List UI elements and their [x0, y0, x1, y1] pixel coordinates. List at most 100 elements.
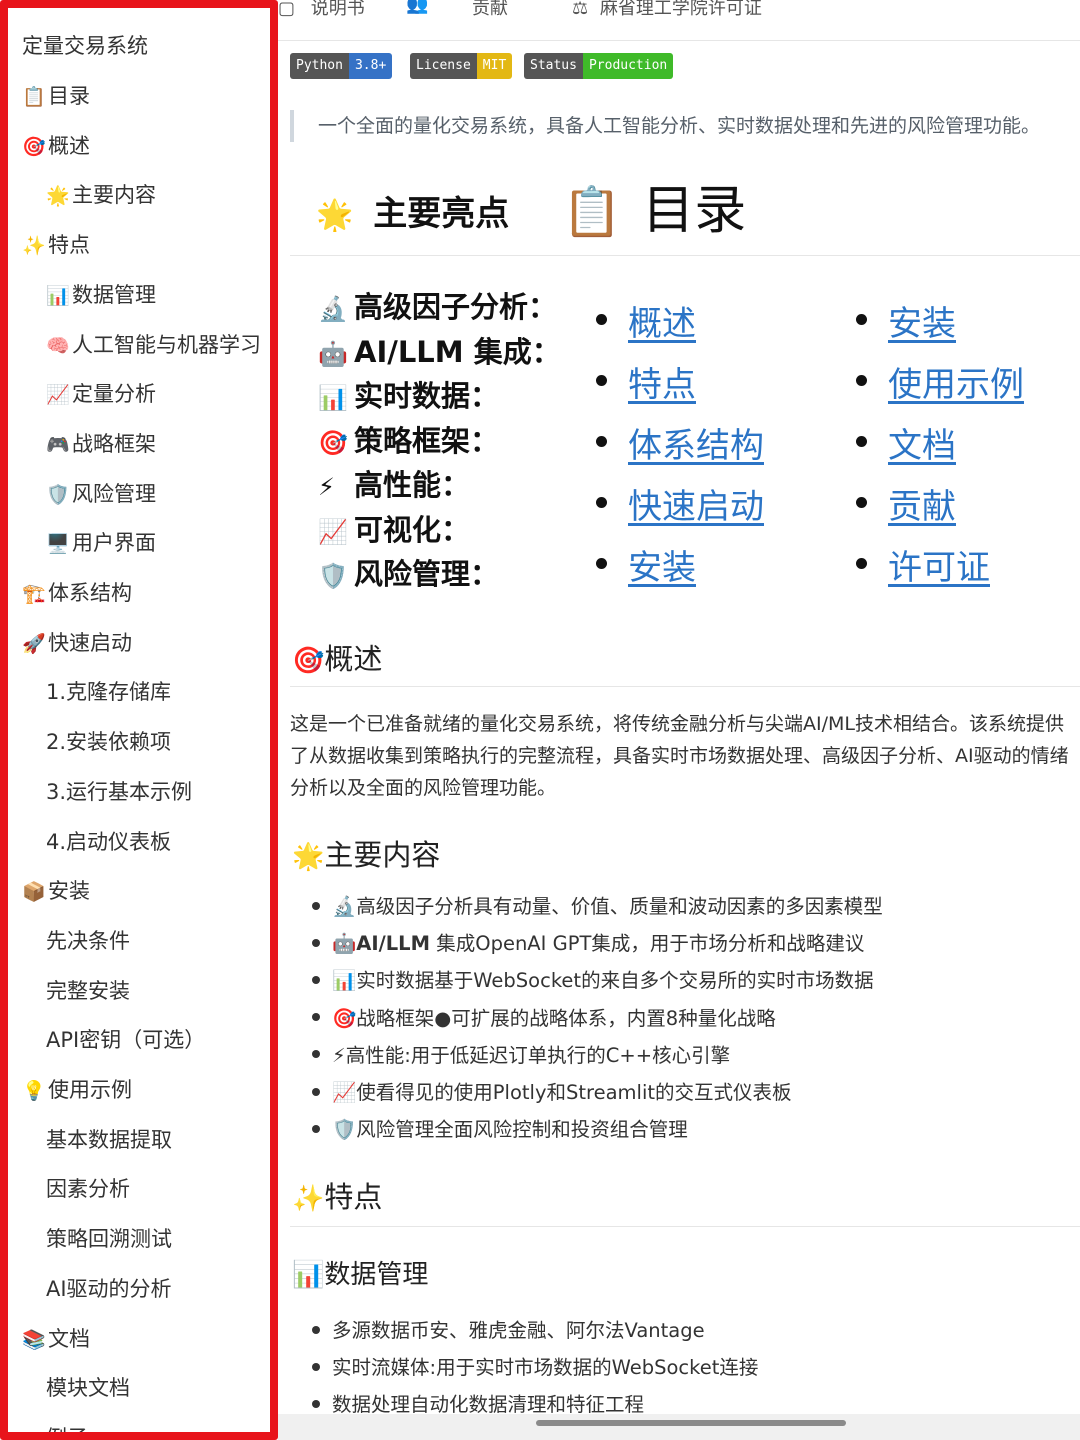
sidebar-item[interactable]: 先决条件 — [46, 919, 270, 963]
bullet-dot — [312, 1399, 320, 1408]
sidebar-item[interactable]: 策略回溯测试 — [46, 1217, 270, 1261]
sidebar-item-label: 概述 — [48, 133, 90, 158]
sidebar-item[interactable]: AI驱动的分析 — [46, 1267, 270, 1311]
sidebar-item-icon: 📚 — [22, 1328, 46, 1351]
sidebar-item[interactable]: 📈 定量分析 — [46, 372, 270, 416]
bullet-dot — [312, 1362, 320, 1371]
bullet-dot — [312, 1087, 320, 1096]
nav-readme-tab[interactable]: ▢ 说明书 — [278, 0, 365, 20]
list-item-icon: 🤖 — [332, 932, 357, 956]
toc-link[interactable]: 许可证 — [888, 540, 990, 589]
sidebar-item-label: 4.启动仪表板 — [46, 829, 172, 854]
readme-content: ▢ 说明书 👥 贡献 ⚖ 麻省理工学院许可证 Python 3.8+ Licen… — [278, 0, 1080, 1440]
sidebar-item[interactable]: API密钥（可选） — [46, 1018, 270, 1062]
bullet-dot — [312, 975, 320, 984]
nav-people-tab[interactable]: 👥 — [406, 0, 428, 15]
sidebar-item[interactable]: 📚 文档 — [22, 1317, 270, 1361]
sidebar-item[interactable]: 完整安装 — [46, 969, 270, 1013]
list-item-text: 使看得见的使用Plotly和Streamlit的交互式仪表板 — [356, 1081, 792, 1104]
toc-heading: 📋 目录 — [562, 181, 747, 241]
data-management-heading: 📊数据管理 — [292, 1260, 429, 1290]
toc-link[interactable]: 快速启动 — [628, 479, 764, 528]
toc-bullet — [596, 375, 607, 386]
toc-link[interactable]: 贡献 — [888, 479, 956, 528]
sidebar-item-label: 例子 — [46, 1425, 88, 1440]
toc-link[interactable]: 文档 — [888, 418, 956, 467]
highlight-label: AI/LLM 集成： — [354, 334, 561, 369]
license-badge[interactable]: License MIT — [410, 53, 513, 79]
overview-heading: 🎯概述 — [292, 642, 383, 676]
sidebar-item-label: 主要内容 — [72, 183, 156, 208]
sidebar-item-icon: 🎮 — [46, 433, 70, 456]
list-item: 📊实时数据基于WebSocket的来自多个交易所的实时市场数据 — [312, 964, 874, 993]
highlight-icon: 🤖 — [318, 339, 348, 368]
sidebar-item[interactable]: 📦 安装 — [22, 869, 270, 913]
sidebar-item[interactable]: 📋 目录 — [22, 74, 270, 118]
intro-blockquote: 一个全面的量化交易系统，具备人工智能分析、实时数据处理和先进的风险管理功能。 — [290, 110, 1066, 142]
toc-link[interactable]: 使用示例 — [888, 357, 1024, 406]
toc-link[interactable]: 特点 — [628, 357, 696, 406]
sidebar-item[interactable]: 🎮 战略框架 — [46, 422, 270, 466]
sidebar-item-label: 战略框架 — [72, 431, 156, 456]
sidebar-item[interactable]: 📊 数据管理 — [46, 273, 270, 317]
sidebar-item[interactable]: 因素分析 — [46, 1167, 270, 1211]
sidebar-item-label: 1.克隆存储库 — [46, 680, 172, 705]
python-badge[interactable]: Python 3.8+ — [290, 53, 393, 79]
toc-bullet — [856, 497, 867, 508]
sidebar-item[interactable]: 🧠 人工智能与机器学习 — [46, 323, 270, 367]
list-item: 多源数据币安、雅虎金融、阿尔法Vantage — [312, 1314, 705, 1343]
list-item-icon: ⚡ — [332, 1043, 346, 1067]
list-item-text: 高级因子分析具有动量、价值、质量和波动因素的多因素模型 — [356, 895, 883, 918]
list-item-text: 集成OpenAI GPT集成，用于市场分析和战略建议 — [430, 932, 865, 956]
toc-link[interactable]: 安装 — [888, 296, 956, 345]
nav-license-tab[interactable]: ⚖ 麻省理工学院许可证 — [572, 0, 762, 20]
list-item-text: 实时流媒体:用于实时市场数据的WebSocket连接 — [332, 1356, 759, 1379]
sidebar-item[interactable]: ✨ 特点 — [22, 223, 270, 267]
toc-link[interactable]: 概述 — [628, 296, 696, 345]
sidebar-item-icon: 📋 — [22, 86, 46, 108]
list-item: 实时流媒体:用于实时市场数据的WebSocket连接 — [312, 1351, 758, 1380]
bullet-dot — [312, 901, 320, 910]
toc-bullet — [596, 436, 607, 447]
highlight-icon: 🔬 — [318, 295, 348, 323]
highlight-label: 策略框架： — [354, 423, 500, 458]
sidebar-item[interactable]: 🌟 主要内容 — [46, 173, 270, 217]
list-item-icon: 🛡️ — [332, 1118, 357, 1142]
sidebar-item-label: 3.运行基本示例 — [46, 779, 193, 804]
toc-link[interactable]: 体系结构 — [628, 418, 764, 467]
sidebar-item-icon: 🛡️ — [46, 483, 70, 506]
sidebar-item[interactable]: 2.安装依赖项 — [46, 720, 270, 764]
sidebar-title[interactable]: 定量交易系统 — [22, 24, 270, 68]
sidebar-item[interactable]: 🚀 快速启动 — [22, 621, 270, 665]
sidebar-item[interactable]: 例子 — [46, 1416, 270, 1440]
toc-bullet — [856, 375, 867, 386]
highlight-icon: 📈 — [318, 517, 348, 546]
horizontal-scrollbar[interactable] — [536, 1420, 846, 1426]
sidebar-item-icon: 🎯 — [22, 135, 46, 158]
highlight-icon: 🛡️ — [318, 562, 348, 590]
bar-chart-icon: 📊 — [292, 1260, 325, 1290]
sidebar-item[interactable]: 基本数据提取 — [46, 1118, 270, 1162]
status-badge[interactable]: Status Production Ready — [524, 53, 674, 79]
highlight-item: 🤖 AI/LLM 集成： — [318, 329, 561, 371]
sidebar-item-label: 人工智能与机器学习 — [72, 332, 261, 357]
sidebar-item[interactable]: 模块文档 — [46, 1366, 270, 1410]
highlight-icon: ⚡ — [318, 473, 335, 501]
sidebar-item-label: 文档 — [48, 1326, 90, 1351]
top-nav: ▢ 说明书 👥 贡献 ⚖ 麻省理工学院许可证 — [278, 0, 1080, 41]
sidebar-item[interactable]: 3.运行基本示例 — [46, 770, 270, 814]
sidebar-item-label: 数据管理 — [72, 282, 156, 307]
nav-contributing-tab[interactable]: 贡献 — [472, 0, 508, 20]
sidebar-item-label: 风险管理 — [72, 481, 156, 506]
glowing-star-icon: 🌟 — [292, 842, 325, 872]
sidebar-item[interactable]: 🖥️ 用户界面 — [46, 521, 270, 565]
sidebar-item[interactable]: 4.启动仪表板 — [46, 820, 270, 864]
sidebar-item[interactable]: 1.克隆存储库 — [46, 670, 270, 714]
sidebar-item[interactable]: 🛡️ 风险管理 — [46, 472, 270, 516]
sidebar-item-label: 基本数据提取 — [46, 1127, 172, 1152]
sidebar-item[interactable]: 🏗️ 体系结构 — [22, 571, 270, 615]
highlight-label: 实时数据： — [354, 379, 500, 413]
sidebar-item[interactable]: 🎯 概述 — [22, 124, 270, 168]
toc-link[interactable]: 安装 — [628, 540, 696, 589]
sidebar-item[interactable]: 💡 使用示例 — [22, 1068, 270, 1112]
